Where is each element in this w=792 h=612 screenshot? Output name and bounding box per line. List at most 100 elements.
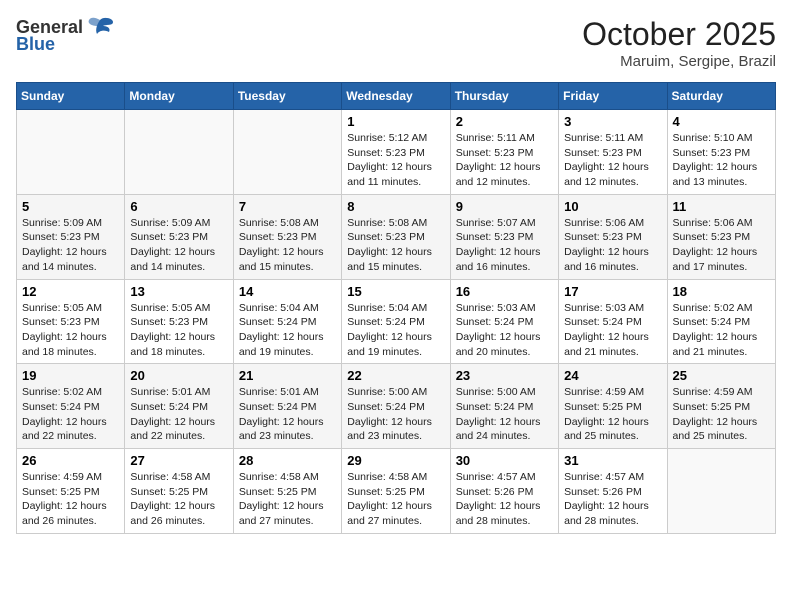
calendar-cell: 26 Sunrise: 4:59 AM Sunset: 5:25 PM Dayli…	[17, 449, 125, 534]
day-info: Sunrise: 5:01 AM Sunset: 5:24 PM Dayligh…	[239, 385, 336, 444]
day-info: Sunrise: 5:03 AM Sunset: 5:24 PM Dayligh…	[456, 301, 553, 360]
day-info: Sunrise: 4:59 AM Sunset: 5:25 PM Dayligh…	[564, 385, 661, 444]
location: Maruim, Sergipe, Brazil	[582, 53, 776, 70]
calendar-cell: 16 Sunrise: 5:03 AM Sunset: 5:24 PM Dayli…	[450, 279, 558, 364]
week-row-2: 5 Sunrise: 5:09 AM Sunset: 5:23 PM Daylig…	[17, 194, 776, 279]
day-info: Sunrise: 5:09 AM Sunset: 5:23 PM Dayligh…	[130, 216, 227, 275]
logo: General Blue	[16, 16, 115, 55]
day-number: 20	[130, 368, 227, 383]
day-info: Sunrise: 5:03 AM Sunset: 5:24 PM Dayligh…	[564, 301, 661, 360]
calendar-cell: 25Sunrise: 4:59 AM Sunset: 5:25 PM Dayli…	[667, 364, 775, 449]
calendar-table: SundayMondayTuesdayWednesdayThursdayFrid…	[16, 82, 776, 534]
day-info: Sunrise: 5:08 AM Sunset: 5:23 PM Dayligh…	[347, 216, 444, 275]
day-info: Sunrise: 5:04 AM Sunset: 5:24 PM Dayligh…	[239, 301, 336, 360]
day-number: 26	[22, 453, 119, 468]
calendar-cell	[233, 110, 341, 195]
day-info: Sunrise: 5:05 AM Sunset: 5:23 PM Dayligh…	[22, 301, 119, 360]
calendar-cell: 27 Sunrise: 4:58 AM Sunset: 5:25 PM Dayli…	[125, 449, 233, 534]
calendar-cell: 19 Sunrise: 5:02 AM Sunset: 5:24 PM Dayli…	[17, 364, 125, 449]
day-header-sunday: Sunday	[17, 83, 125, 110]
day-number: 8	[347, 199, 444, 214]
day-number: 6	[130, 199, 227, 214]
day-info: Sunrise: 5:05 AM Sunset: 5:23 PM Dayligh…	[130, 301, 227, 360]
day-number: 5	[22, 199, 119, 214]
day-info: Sunrise: 5:02 AM Sunset: 5:24 PM Dayligh…	[22, 385, 119, 444]
calendar-cell: 29Sunrise: 4:58 AM Sunset: 5:25 PM Dayli…	[342, 449, 450, 534]
title-block: October 2025 Maruim, Sergipe, Brazil	[582, 16, 776, 70]
day-number: 17	[564, 284, 661, 299]
day-number: 31	[564, 453, 661, 468]
calendar-cell: 8 Sunrise: 5:08 AM Sunset: 5:23 PM Daylig…	[342, 194, 450, 279]
calendar-cell: 17 Sunrise: 5:03 AM Sunset: 5:24 PM Dayli…	[559, 279, 667, 364]
day-number: 9	[456, 199, 553, 214]
day-info: Sunrise: 5:10 AM Sunset: 5:23 PM Dayligh…	[673, 131, 770, 190]
calendar-cell: 6 Sunrise: 5:09 AM Sunset: 5:23 PM Daylig…	[125, 194, 233, 279]
calendar-cell: 3Sunrise: 5:11 AM Sunset: 5:23 PM Daylig…	[559, 110, 667, 195]
day-number: 12	[22, 284, 119, 299]
day-info: Sunrise: 5:06 AM Sunset: 5:23 PM Dayligh…	[564, 216, 661, 275]
day-info: Sunrise: 4:57 AM Sunset: 5:26 PM Dayligh…	[564, 470, 661, 529]
day-number: 14	[239, 284, 336, 299]
day-number: 28	[239, 453, 336, 468]
logo-bird-icon	[85, 16, 115, 38]
week-row-1: 1 Sunrise: 5:12 AM Sunset: 5:23 PM Daylig…	[17, 110, 776, 195]
day-info: Sunrise: 5:02 AM Sunset: 5:24 PM Dayligh…	[673, 301, 770, 360]
calendar-cell: 11Sunrise: 5:06 AM Sunset: 5:23 PM Dayli…	[667, 194, 775, 279]
day-number: 13	[130, 284, 227, 299]
day-number: 10	[564, 199, 661, 214]
calendar-cell: 4Sunrise: 5:10 AM Sunset: 5:23 PM Daylig…	[667, 110, 775, 195]
calendar-cell: 7Sunrise: 5:08 AM Sunset: 5:23 PM Daylig…	[233, 194, 341, 279]
day-header-monday: Monday	[125, 83, 233, 110]
day-number: 25	[673, 368, 770, 383]
day-info: Sunrise: 5:00 AM Sunset: 5:24 PM Dayligh…	[456, 385, 553, 444]
day-number: 30	[456, 453, 553, 468]
day-info: Sunrise: 5:09 AM Sunset: 5:23 PM Dayligh…	[22, 216, 119, 275]
calendar-cell: 5 Sunrise: 5:09 AM Sunset: 5:23 PM Daylig…	[17, 194, 125, 279]
calendar-cell: 14 Sunrise: 5:04 AM Sunset: 5:24 PM Dayli…	[233, 279, 341, 364]
day-number: 15	[347, 284, 444, 299]
day-number: 22	[347, 368, 444, 383]
day-number: 11	[673, 199, 770, 214]
day-number: 3	[564, 114, 661, 129]
calendar-cell: 22 Sunrise: 5:00 AM Sunset: 5:24 PM Dayli…	[342, 364, 450, 449]
day-header-saturday: Saturday	[667, 83, 775, 110]
day-info: Sunrise: 5:12 AM Sunset: 5:23 PM Dayligh…	[347, 131, 444, 190]
calendar-cell: 18 Sunrise: 5:02 AM Sunset: 5:24 PM Dayli…	[667, 279, 775, 364]
logo-blue-text: Blue	[16, 34, 55, 55]
calendar-cell: 1 Sunrise: 5:12 AM Sunset: 5:23 PM Daylig…	[342, 110, 450, 195]
day-number: 21	[239, 368, 336, 383]
day-number: 19	[22, 368, 119, 383]
day-info: Sunrise: 5:00 AM Sunset: 5:24 PM Dayligh…	[347, 385, 444, 444]
day-info: Sunrise: 5:07 AM Sunset: 5:23 PM Dayligh…	[456, 216, 553, 275]
day-header-friday: Friday	[559, 83, 667, 110]
day-info: Sunrise: 4:59 AM Sunset: 5:25 PM Dayligh…	[22, 470, 119, 529]
calendar-cell: 20Sunrise: 5:01 AM Sunset: 5:24 PM Dayli…	[125, 364, 233, 449]
calendar-cell	[667, 449, 775, 534]
day-number: 23	[456, 368, 553, 383]
day-number: 1	[347, 114, 444, 129]
calendar-cell: 10 Sunrise: 5:06 AM Sunset: 5:23 PM Dayli…	[559, 194, 667, 279]
calendar-cell: 12 Sunrise: 5:05 AM Sunset: 5:23 PM Dayli…	[17, 279, 125, 364]
calendar-cell: 31 Sunrise: 4:57 AM Sunset: 5:26 PM Dayli…	[559, 449, 667, 534]
day-info: Sunrise: 5:11 AM Sunset: 5:23 PM Dayligh…	[456, 131, 553, 190]
day-header-tuesday: Tuesday	[233, 83, 341, 110]
calendar-cell: 24Sunrise: 4:59 AM Sunset: 5:25 PM Dayli…	[559, 364, 667, 449]
page-header: General Blue October 2025 Maruim, Sergip…	[16, 16, 776, 70]
calendar-cell	[17, 110, 125, 195]
day-info: Sunrise: 4:58 AM Sunset: 5:25 PM Dayligh…	[347, 470, 444, 529]
day-number: 7	[239, 199, 336, 214]
calendar-cell: 30 Sunrise: 4:57 AM Sunset: 5:26 PM Dayli…	[450, 449, 558, 534]
calendar-cell: 15Sunrise: 5:04 AM Sunset: 5:24 PM Dayli…	[342, 279, 450, 364]
day-info: Sunrise: 4:58 AM Sunset: 5:25 PM Dayligh…	[130, 470, 227, 529]
week-row-5: 26 Sunrise: 4:59 AM Sunset: 5:25 PM Dayli…	[17, 449, 776, 534]
day-number: 18	[673, 284, 770, 299]
day-number: 27	[130, 453, 227, 468]
day-info: Sunrise: 4:57 AM Sunset: 5:26 PM Dayligh…	[456, 470, 553, 529]
day-number: 2	[456, 114, 553, 129]
week-row-4: 19 Sunrise: 5:02 AM Sunset: 5:24 PM Dayli…	[17, 364, 776, 449]
calendar-cell: 21 Sunrise: 5:01 AM Sunset: 5:24 PM Dayli…	[233, 364, 341, 449]
calendar-cell: 28Sunrise: 4:58 AM Sunset: 5:25 PM Dayli…	[233, 449, 341, 534]
calendar-cell: 23 Sunrise: 5:00 AM Sunset: 5:24 PM Dayli…	[450, 364, 558, 449]
day-header-wednesday: Wednesday	[342, 83, 450, 110]
day-number: 16	[456, 284, 553, 299]
